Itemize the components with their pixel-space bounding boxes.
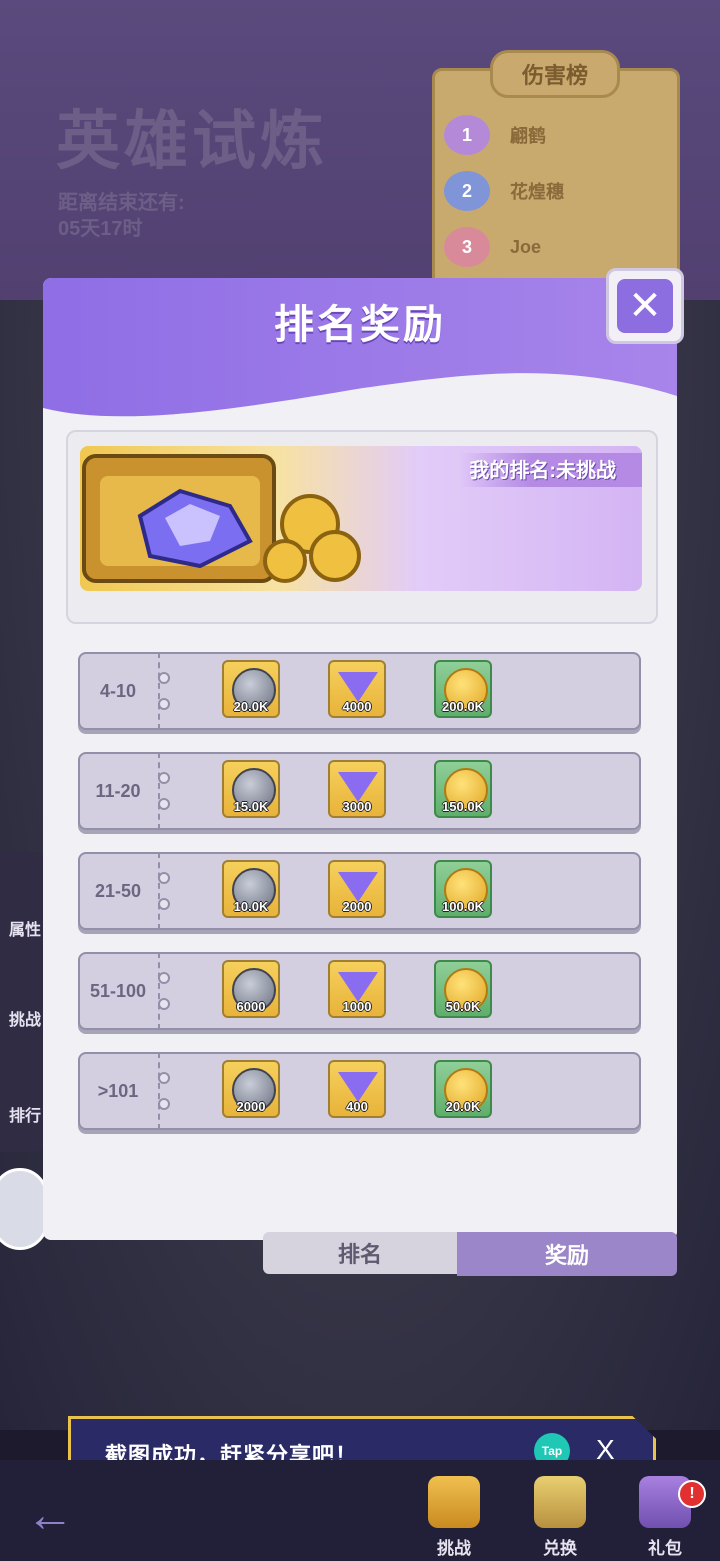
reward-item[interactable]: 150.0K	[434, 760, 492, 818]
reward-row: 11-20 15.0K 3000 150.0K	[78, 752, 641, 830]
ticket-dot	[158, 1072, 170, 1084]
ticket-dot	[158, 872, 170, 884]
reward-row: 21-50 10.0K 2000 100.0K	[78, 852, 641, 930]
countdown-value: 05天17时	[58, 218, 143, 240]
diamond-gem-icon	[338, 1072, 378, 1102]
screen-title: 英雄试炼	[56, 105, 328, 177]
reward-banner: 我的排名:未挑战	[80, 446, 642, 591]
reward-quantity: 1000	[342, 999, 372, 1014]
reward-quantity: 2000	[342, 899, 372, 914]
nav-challenge[interactable]: 挑战	[414, 1472, 494, 1561]
reward-item[interactable]: 6000	[222, 960, 280, 1018]
my-rank-text: 我的排名:未挑战	[469, 460, 616, 482]
ticket-dot	[158, 898, 170, 910]
reward-item[interactable]: 20.0K	[222, 660, 280, 718]
reward-quantity: 6000	[236, 999, 266, 1014]
reward-item[interactable]: 200.0K	[434, 660, 492, 718]
reward-item[interactable]: 3000	[328, 760, 386, 818]
rank-2-badge-icon: 2	[444, 171, 490, 211]
damage-board-entry: 3 Joe	[444, 222, 664, 272]
ticket-dot	[158, 698, 170, 710]
reward-item[interactable]: 4000	[328, 660, 386, 718]
reward-item[interactable]: 50.0K	[434, 960, 492, 1018]
close-button[interactable]: ✕	[606, 268, 684, 344]
reward-row: 51-100 6000 1000 50.0K	[78, 952, 641, 1030]
reward-quantity: 20.0K	[233, 699, 269, 714]
reward-quantity: 150.0K	[442, 799, 484, 814]
player-name: 翩鹤	[510, 126, 546, 146]
reward-quantity: 4000	[342, 699, 372, 714]
reward-item[interactable]: 15.0K	[222, 760, 280, 818]
nav-challenge-label: 挑战	[437, 1539, 471, 1558]
nav-exchange-label: 兑换	[543, 1539, 577, 1558]
side-menu-challenge[interactable]: 挑战	[4, 1006, 46, 1030]
ticket-dot	[158, 1098, 170, 1110]
close-icon: ✕	[617, 279, 673, 333]
reward-item[interactable]: 20.0K	[434, 1060, 492, 1118]
reward-quantity: 10.0K	[233, 899, 269, 914]
reward-item[interactable]: 2000	[222, 1060, 280, 1118]
reward-quantity: 50.0K	[445, 999, 481, 1014]
reward-quantity: 15.0K	[233, 799, 269, 814]
rank-range-label: 21-50	[94, 880, 142, 901]
crossed-swords-icon	[428, 1476, 480, 1528]
player-name: Joe	[510, 236, 542, 257]
player-name: 花煌穗	[510, 182, 564, 202]
nav-exchange[interactable]: 兑换	[520, 1472, 600, 1561]
rank-1-badge-icon: 1	[444, 115, 490, 155]
rank-range-label: 4-10	[99, 680, 137, 701]
reward-item[interactable]: 400	[328, 1060, 386, 1118]
reward-row: >101 2000 400 20.0K	[78, 1052, 641, 1130]
ticket-divider	[158, 1052, 170, 1130]
damage-board-entry: 1 翩鹤	[444, 110, 664, 160]
reward-item[interactable]: 2000	[328, 860, 386, 918]
reward-quantity: 100.0K	[442, 899, 484, 914]
nav-gift-label: 礼包	[648, 1539, 682, 1558]
side-menu-ranking[interactable]: 排行	[4, 1102, 46, 1126]
damage-board-title: 伤害榜	[490, 50, 620, 98]
tab-reward[interactable]: 奖励	[457, 1232, 677, 1276]
reward-item[interactable]: 10.0K	[222, 860, 280, 918]
reward-quantity: 3000	[342, 799, 372, 814]
ticket-divider	[158, 652, 170, 730]
ticket-dot	[158, 972, 170, 984]
exchange-shop-icon	[534, 1476, 586, 1528]
reward-quantity: 400	[346, 1099, 368, 1114]
hero-avatar[interactable]	[0, 1168, 48, 1250]
reward-item[interactable]: 1000	[328, 960, 386, 1018]
side-menu-attributes[interactable]: 属性	[4, 916, 46, 940]
notification-badge: !	[678, 1480, 706, 1508]
modal-title: 排名奖励	[274, 303, 446, 347]
countdown-label: 距离结束还有:	[58, 192, 185, 214]
diamond-gem-icon	[338, 872, 378, 902]
rank-range-label: 11-20	[95, 780, 141, 801]
back-arrow-icon[interactable]: ←	[18, 1489, 82, 1542]
rank-3-badge-icon: 3	[444, 227, 490, 267]
reward-item[interactable]: 100.0K	[434, 860, 492, 918]
ticket-divider	[158, 952, 170, 1030]
reward-quantity: 200.0K	[442, 699, 484, 714]
rank-range-label: >101	[97, 1080, 139, 1101]
damage-board-entry: 2 花煌穗	[444, 166, 664, 216]
ticket-divider	[158, 852, 170, 930]
ticket-dot	[158, 672, 170, 684]
ticket-dot	[158, 798, 170, 810]
diamond-gem-icon	[338, 772, 378, 802]
reward-quantity: 20.0K	[445, 1099, 481, 1114]
reward-row: 4-10 20.0K 4000 200.0K	[78, 652, 641, 730]
treasure-chest-icon	[82, 454, 361, 583]
ticket-divider	[158, 752, 170, 830]
diamond-gem-icon	[338, 972, 378, 1002]
diamond-gem-icon	[338, 672, 378, 702]
ticket-dot	[158, 998, 170, 1010]
rank-range-label: 51-100	[89, 980, 147, 1001]
ticket-dot	[158, 772, 170, 784]
bottom-nav-bar	[0, 1460, 720, 1561]
tab-rank[interactable]: 排名	[263, 1232, 457, 1274]
reward-quantity: 2000	[236, 1099, 266, 1114]
